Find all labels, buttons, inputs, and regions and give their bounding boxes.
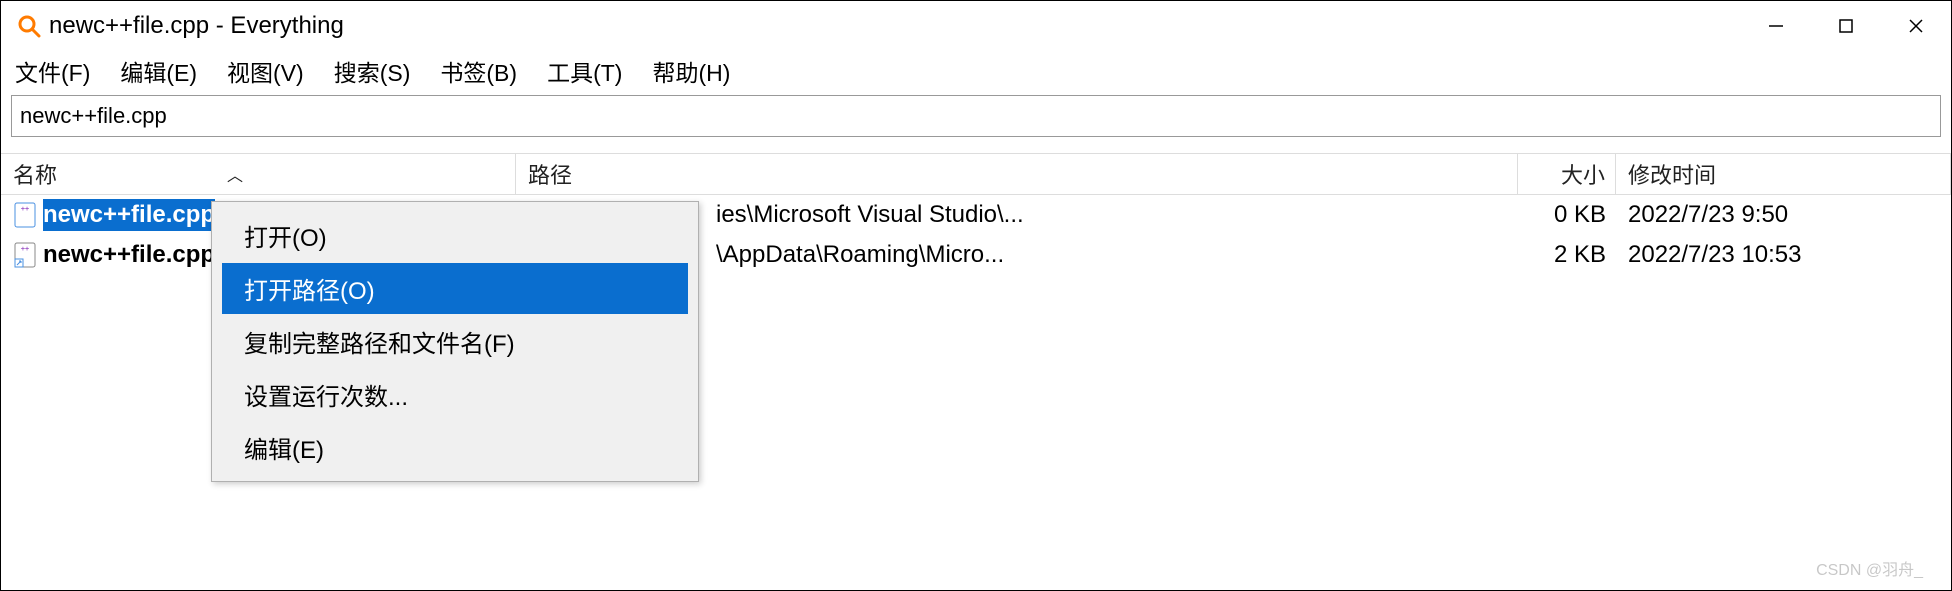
column-header-modified-label: 修改时间 — [1628, 158, 1716, 190]
cpp-file-icon: ++ — [13, 201, 37, 229]
window-title: newc++file.cpp - Everything — [49, 12, 344, 40]
app-icon — [17, 14, 41, 38]
svg-text:++: ++ — [21, 206, 29, 213]
menu-edit[interactable]: 编辑(E) — [120, 54, 197, 88]
file-name: newc++file.cpp — [43, 241, 215, 269]
context-menu: 打开(O) 打开路径(O) 复制完整路径和文件名(F) 设置运行次数... 编辑… — [211, 201, 699, 482]
menu-file[interactable]: 文件(F) — [15, 54, 90, 88]
file-size: 2 KB — [1518, 235, 1616, 275]
column-header-size[interactable]: 大小 — [1518, 154, 1616, 194]
window-controls — [1741, 1, 1951, 51]
watermark: CSDN @羽舟_ — [1816, 556, 1923, 580]
menu-bookmarks[interactable]: 书签(B) — [440, 54, 517, 88]
titlebar: newc++file.cpp - Everything — [1, 1, 1951, 51]
context-menu-copy-full-path[interactable]: 复制完整路径和文件名(F) — [222, 316, 688, 367]
context-menu-open-path[interactable]: 打开路径(O) — [222, 263, 688, 314]
file-modified: 2022/7/23 9:50 — [1616, 195, 1951, 235]
maximize-button[interactable] — [1811, 1, 1881, 51]
menu-tools[interactable]: 工具(T) — [547, 54, 622, 88]
sort-ascending-icon: ︿ — [227, 162, 243, 186]
column-header-name-label: 名称 — [13, 158, 57, 190]
column-header-size-label: 大小 — [1561, 158, 1605, 190]
menu-search[interactable]: 搜索(S) — [334, 54, 411, 88]
column-header-name[interactable]: 名称 ︿ — [1, 154, 516, 194]
menubar: 文件(F) 编辑(E) 视图(V) 搜索(S) 书签(B) 工具(T) 帮助(H… — [1, 51, 1951, 91]
column-header-modified[interactable]: 修改时间 — [1616, 154, 1951, 194]
search-input[interactable] — [11, 95, 1941, 137]
maximize-icon — [1839, 19, 1853, 33]
file-size: 0 KB — [1518, 195, 1616, 235]
minimize-icon — [1768, 18, 1784, 34]
close-icon — [1908, 18, 1924, 34]
column-header-path[interactable]: 路径 — [516, 154, 1518, 194]
column-header-path-label: 路径 — [528, 158, 572, 190]
shortcut-file-icon: ++ — [13, 241, 37, 269]
file-modified: 2022/7/23 10:53 — [1616, 235, 1951, 275]
close-button[interactable] — [1881, 1, 1951, 51]
menu-help[interactable]: 帮助(H) — [652, 54, 730, 88]
minimize-button[interactable] — [1741, 1, 1811, 51]
context-menu-set-run-count[interactable]: 设置运行次数... — [222, 369, 688, 420]
search-bar — [11, 95, 1941, 137]
column-headers: 名称 ︿ 路径 大小 修改时间 — [1, 153, 1951, 195]
context-menu-edit[interactable]: 编辑(E) — [222, 422, 688, 473]
menu-view[interactable]: 视图(V) — [227, 54, 304, 88]
svg-text:++: ++ — [21, 246, 29, 253]
file-name: newc++file.cpp — [43, 199, 215, 231]
context-menu-open[interactable]: 打开(O) — [222, 210, 688, 261]
